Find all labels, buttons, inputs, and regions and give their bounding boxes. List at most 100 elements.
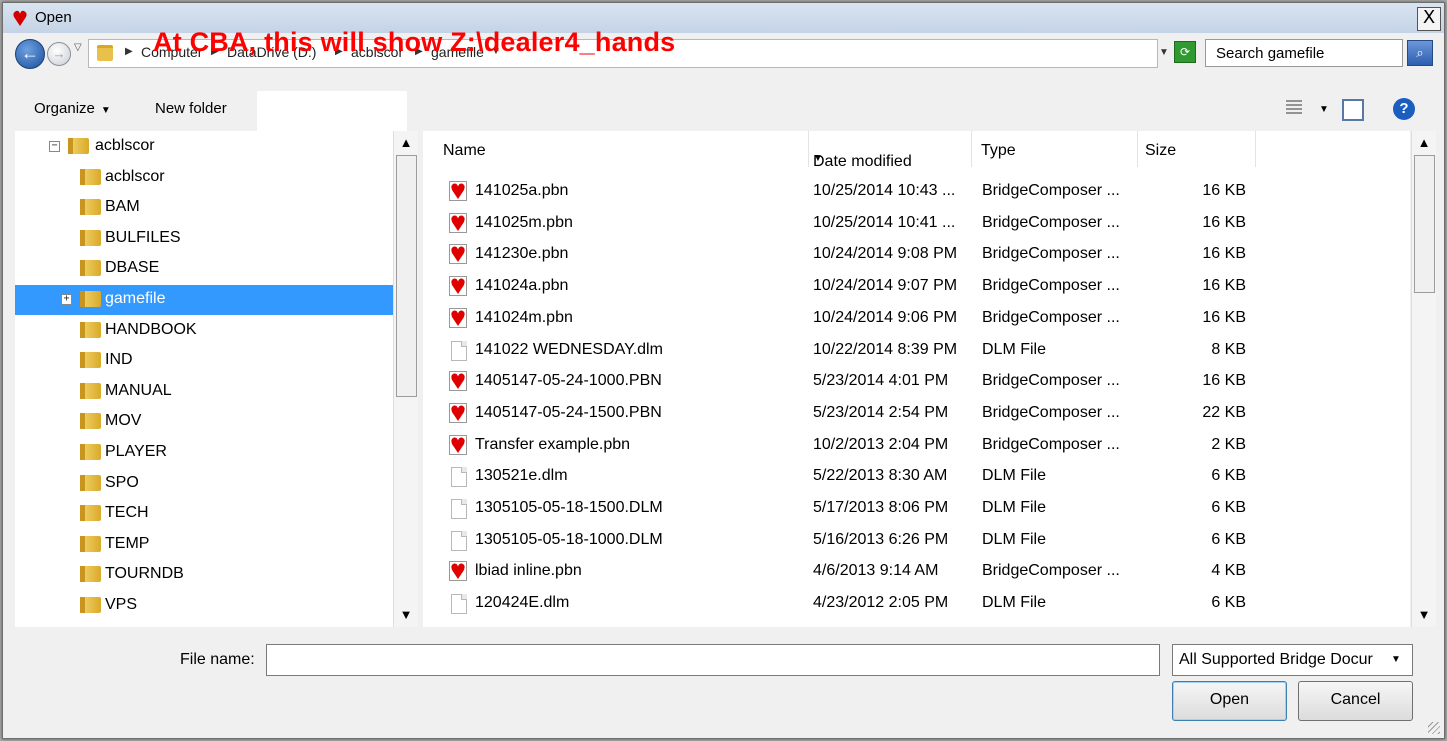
tree-item-label: MOV: [105, 412, 142, 430]
change-view-icon[interactable]: [1286, 100, 1302, 114]
file-row[interactable]: Transfer example.pbn 10/2/2013 2:04 PM Bri…: [423, 430, 1410, 461]
recent-locations-dropdown[interactable]: ▽: [74, 42, 82, 53]
column-size-label: Size: [1145, 142, 1177, 159]
file-date: 5/22/2013 8:30 AM: [813, 467, 948, 485]
column-header-name[interactable]: Name: [423, 131, 809, 167]
file-row[interactable]: 141022 WEDNESDAY.dlm 10/22/2014 8:39 PM DL…: [423, 335, 1410, 366]
scroll-up-arrow-icon[interactable]: ▲: [396, 135, 416, 153]
tree-item[interactable]: IND: [15, 346, 393, 376]
window-title: Open: [35, 9, 72, 26]
tree-item-label: IND: [105, 351, 133, 369]
navigation-pane: − acblscor acblscor BAM BULFILES DBASE + gamefi…: [15, 131, 393, 627]
column-header-size[interactable]: Size: [1137, 131, 1256, 167]
back-button[interactable]: ←: [15, 39, 45, 69]
tree-item[interactable]: PLAYER: [15, 438, 393, 468]
folder-icon: [80, 413, 101, 430]
file-size: 16 KB: [1202, 308, 1246, 326]
open-button[interactable]: Open: [1172, 681, 1287, 721]
folder-icon: [80, 444, 101, 460]
file-row[interactable]: lbiad inline.pbn 4/6/2013 9:14 AM BridgeCo…: [423, 556, 1410, 587]
resize-grip[interactable]: [1428, 722, 1440, 734]
tree-item[interactable]: BAM: [15, 193, 393, 223]
view-options-dropdown[interactable]: ▼: [1319, 104, 1329, 115]
tree-item[interactable]: SPO: [15, 469, 393, 499]
tree-item[interactable]: acblscor: [15, 163, 393, 193]
file-row[interactable]: 141024a.pbn 10/24/2014 9:07 PM BridgeCompo…: [423, 271, 1410, 302]
file-row[interactable]: 1405147-05-24-1000.PBN 5/23/2014 4:01 PM B…: [423, 366, 1410, 397]
bridge-file-icon: [449, 371, 467, 392]
file-name: 130521e.dlm: [475, 467, 568, 485]
file-type: BridgeComposer ...: [982, 213, 1120, 231]
bridge-app-icon: [13, 10, 27, 26]
file-row[interactable]: 120424E.dlm 4/23/2012 2:05 PM DLM File 6 KB: [423, 588, 1410, 619]
tree-item[interactable]: VPS: [15, 591, 393, 621]
navigation-scrollbar[interactable]: ▲ ▼: [393, 131, 418, 627]
tree-item[interactable]: BULFILES: [15, 224, 393, 254]
new-folder-button[interactable]: New folder: [155, 100, 227, 117]
redaction-patch: [257, 91, 407, 131]
organize-button[interactable]: Organize ▼: [34, 100, 111, 117]
tree-item[interactable]: TECH: [15, 499, 393, 529]
preview-pane-icon[interactable]: [1342, 99, 1364, 121]
file-date: 5/17/2013 8:06 PM: [813, 499, 949, 516]
forward-button[interactable]: →: [47, 42, 71, 66]
scroll-down-arrow-icon[interactable]: ▼: [1414, 607, 1434, 625]
file-date: 4/23/2012 2:05 PM: [813, 594, 949, 612]
file-type: DLM File: [982, 499, 1047, 516]
address-dropdown[interactable]: ▼: [1159, 47, 1169, 58]
tree-item[interactable]: TOURNDB: [15, 560, 393, 590]
file-row[interactable]: 141025a.pbn 10/25/2014 10:43 ... BridgeCom…: [423, 176, 1410, 207]
collapse-icon[interactable]: −: [49, 141, 60, 152]
file-row[interactable]: 130521e.dlm 5/22/2013 8:30 AM DLM File 6 KB: [423, 461, 1410, 492]
close-button[interactable]: X: [1417, 7, 1441, 31]
help-icon[interactable]: ?: [1393, 98, 1415, 120]
tree-item[interactable]: MOV: [15, 407, 393, 437]
scroll-thumb[interactable]: [1414, 155, 1435, 293]
scroll-down-arrow-icon[interactable]: ▼: [396, 607, 416, 625]
file-row[interactable]: 1405147-05-24-1500.PBN 5/23/2014 2:54 PM B…: [423, 398, 1410, 429]
tree-item[interactable]: − acblscor: [15, 132, 393, 162]
search-box[interactable]: [1205, 39, 1403, 67]
column-header-type[interactable]: Type: [971, 131, 1138, 167]
tree-item-label: VPS: [105, 596, 138, 613]
cancel-button[interactable]: Cancel: [1298, 681, 1413, 721]
tree-item[interactable]: HANDBOOK: [15, 316, 393, 346]
tree-item[interactable]: + gamefile: [15, 285, 393, 315]
expand-icon[interactable]: +: [61, 294, 72, 305]
tree-item-label: HANDBOOK: [105, 320, 197, 338]
folder-icon: [80, 352, 101, 369]
tree-item-label: SPO: [105, 473, 139, 491]
scroll-thumb[interactable]: [396, 155, 417, 397]
file-list-scrollbar[interactable]: ▲ ▼: [1411, 131, 1436, 627]
folder-icon: [80, 168, 101, 185]
sort-down-icon: ▼: [813, 153, 823, 164]
tree-item[interactable]: DBASE: [15, 254, 393, 284]
file-row[interactable]: 1305105-05-18-1500.DLM 5/17/2013 8:06 PM D…: [423, 493, 1410, 524]
search-input[interactable]: [1214, 41, 1398, 65]
folder-icon: [80, 597, 101, 613]
tree-item[interactable]: TEMP: [15, 530, 393, 560]
blank-file-icon: [451, 467, 467, 488]
blank-file-icon: [451, 594, 467, 615]
blank-file-icon: [451, 499, 467, 519]
file-row[interactable]: 141024m.pbn 10/24/2014 9:06 PM BridgeCompo…: [423, 303, 1410, 334]
file-size: 6 KB: [1211, 594, 1246, 612]
file-type: DLM File: [982, 467, 1047, 485]
file-type: BridgeComposer ...: [982, 182, 1120, 199]
tree-item[interactable]: MANUAL: [15, 377, 393, 407]
back-arrow-icon: ←: [21, 43, 39, 63]
chevron-right-icon[interactable]: ▶: [125, 46, 133, 57]
file-name-field[interactable]: ▼: [266, 644, 1410, 676]
search-icon[interactable]: ⌕: [1407, 40, 1433, 66]
tree-item-label: PLAYER: [105, 443, 167, 460]
column-header-date[interactable]: Date modified ▼: [808, 131, 972, 170]
file-name: Transfer example.pbn: [475, 435, 631, 453]
file-name-input[interactable]: [271, 647, 1135, 675]
file-row[interactable]: 141025m.pbn 10/25/2014 10:41 ... BridgeCom…: [423, 208, 1410, 239]
file-size: 4 KB: [1211, 562, 1246, 580]
file-row[interactable]: 141230e.pbn 10/24/2014 9:08 PM BridgeCompo…: [423, 239, 1410, 270]
file-row[interactable]: 1305105-05-18-1000.DLM 5/16/2013 6:26 PM D…: [423, 525, 1410, 556]
refresh-icon[interactable]: ⟳: [1174, 41, 1196, 63]
scroll-up-arrow-icon[interactable]: ▲: [1414, 135, 1434, 153]
file-type-select[interactable]: All Supported Bridge Docur ▼: [1172, 644, 1413, 676]
